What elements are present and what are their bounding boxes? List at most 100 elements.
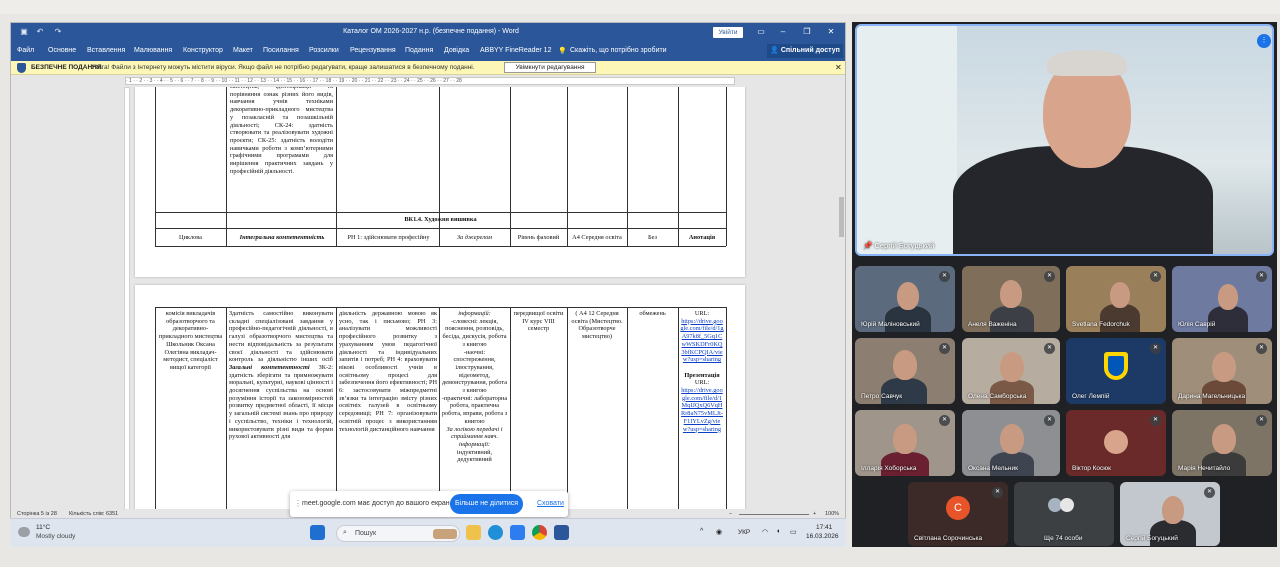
participant-tile[interactable]: ✕ Анеля Важеніна (962, 266, 1060, 332)
presentation-link[interactable]: https://drive.google.com/file/d/1MqIJQxQ… (681, 387, 723, 433)
tab-insert[interactable]: Вставлення (87, 47, 125, 54)
participant-name: Svetlana Fedorchuk (1072, 321, 1130, 328)
pin-icon: 📌 (863, 241, 875, 250)
participant-tile[interactable]: ✕ Ілларія Хоборська (855, 410, 955, 476)
zoom-in-icon[interactable]: + (813, 511, 816, 517)
tray-app-icon[interactable]: ◉ (716, 528, 722, 536)
mic-off-icon: ✕ (1150, 343, 1161, 354)
row-cell: За джерелом (456, 234, 493, 241)
participant-name: Дарина Магельницька (1178, 393, 1246, 400)
search-highlight-image (433, 529, 457, 539)
chrome-icon[interactable] (532, 525, 547, 540)
document-area: мистецтва, ідентифікації та порівняння о… (19, 87, 837, 511)
coat-of-arms-inner (1108, 356, 1124, 376)
minimize-icon[interactable]: – (775, 26, 791, 38)
tab-design[interactable]: Конструктор (183, 47, 223, 54)
participant-tile[interactable]: С ✕ Світлана Сорочинська (908, 482, 1008, 546)
tray-chevron-icon[interactable]: ^ (700, 528, 703, 535)
weather-text[interactable]: Mostly cloudy (36, 533, 75, 540)
ribbon-options-icon[interactable]: ▭ (753, 26, 769, 38)
participant-tile[interactable]: ✕ Svetlana Fedorchuk (1066, 266, 1166, 332)
participant-body (881, 378, 927, 404)
participant-tile[interactable]: ✕ Олег Лемпій (1066, 338, 1166, 404)
clock-date[interactable]: 16.03.2026 (806, 533, 839, 540)
file-explorer-icon[interactable] (466, 525, 481, 540)
tab-help[interactable]: Довідка (444, 47, 469, 54)
login-button[interactable]: Увійти (713, 27, 743, 38)
shield-icon (17, 63, 26, 73)
close-icon[interactable]: ✕ (823, 26, 839, 38)
course-cell: передвищої освіти IV курс VIII семестр (513, 310, 564, 333)
participant-face (1110, 282, 1130, 308)
vertical-scrollbar[interactable] (838, 87, 845, 507)
tab-view[interactable]: Подання (405, 47, 433, 54)
initial-avatar: С (946, 496, 970, 520)
protected-view-bar: БЕЗПЕЧНЕ ПОДАННЯ Увага! Файли з Інтернет… (11, 61, 845, 75)
participant-name: Оксана Мельник (968, 465, 1018, 472)
participant-tile[interactable]: ✕ Дарина Магельницька (1172, 338, 1272, 404)
participant-tile[interactable]: ✕ Петро Савчук (855, 338, 955, 404)
word-count[interactable]: Кількість слів: 6351 (69, 511, 118, 517)
tab-draw[interactable]: Малювання (134, 47, 172, 54)
participant-tile[interactable]: ✕ Юрій Маліновський (855, 266, 955, 332)
maximize-icon[interactable]: ❐ (799, 26, 815, 38)
search-icon: ⌕ (343, 529, 347, 536)
battery-icon[interactable]: ▭ (790, 528, 797, 536)
zoom-level[interactable]: 100% (825, 511, 839, 517)
participant-tile[interactable]: ✕ Оксана Мельник (962, 410, 1060, 476)
redo-icon[interactable]: ↷ (53, 27, 63, 37)
tab-mailings[interactable]: Розсилки (309, 47, 339, 54)
scroll-thumb[interactable] (839, 197, 844, 237)
word-icon[interactable] (554, 525, 569, 540)
tab-abbyy[interactable]: ABBYY FineReader 12 (480, 47, 551, 54)
tab-references[interactable]: Посилання (263, 47, 299, 54)
enable-editing-button[interactable]: Увімкнути редагування (504, 62, 596, 73)
competence-cell: Здатність самостійно виконувати складні … (229, 310, 333, 510)
speaker-icon[interactable]: ◖ (776, 528, 780, 535)
taskbar: 11°C Mostly cloudy ⌕ Пошук ^ ◉ УКР ◠ ◖ ▭… (10, 518, 846, 547)
share-button[interactable]: 👤 Спільний доступ (767, 44, 843, 58)
drag-handle-icon[interactable]: ⋮ (294, 499, 302, 508)
tab-review[interactable]: Рецензування (350, 47, 396, 54)
participant-tile[interactable]: ✕ Юлія Саврій (1172, 266, 1272, 332)
window-title: Каталог ОМ 2026-2027 н.р. (безпечне пода… (343, 28, 519, 35)
tab-home[interactable]: Основне (48, 47, 76, 54)
person-icon: 👤 (770, 47, 781, 54)
mic-off-icon: ✕ (939, 271, 950, 282)
edge-icon[interactable] (488, 525, 503, 540)
wifi-icon[interactable]: ◠ (762, 528, 768, 536)
zoom-slider[interactable] (739, 514, 809, 515)
tab-layout[interactable]: Макет (233, 47, 253, 54)
save-icon[interactable]: ▣ (19, 27, 29, 37)
zoom-out-icon[interactable]: − (729, 511, 732, 517)
clock-time[interactable]: 17:41 (816, 524, 832, 531)
store-icon[interactable] (510, 525, 525, 540)
stop-sharing-button[interactable]: Більше не ділитися (450, 494, 523, 514)
close-bar-icon[interactable]: ✕ (835, 63, 842, 72)
section-title: ВК1.4. Художня вишивка (404, 216, 477, 223)
participant-tile[interactable]: ✕ Олена Самборська (962, 338, 1060, 404)
participant-tile[interactable]: ✕ Марія Нечитайло (1172, 410, 1272, 476)
tell-me-search[interactable]: Скажіть, що потрібно зробити (570, 47, 667, 54)
more-participants-tile[interactable]: Ще 74 особи (1014, 482, 1114, 546)
tab-file[interactable]: Файл (17, 47, 34, 54)
windows-start-icon[interactable] (310, 525, 325, 540)
row-cell: РН 1: здійснювати професійну (347, 234, 430, 241)
self-view-tile[interactable]: ✕ Сергій Богуцький (1120, 482, 1220, 546)
temperature[interactable]: 11°C (36, 524, 50, 531)
meet-panel: ⋮ 📌 Сергій Богуцький ✕ Юрій Маліновський… (852, 22, 1277, 547)
language-indicator[interactable]: УКР (738, 529, 750, 536)
taskbar-search[interactable]: ⌕ Пошук (336, 525, 460, 542)
main-speaker-tile[interactable]: ⋮ 📌 Сергій Богуцький (855, 24, 1274, 256)
level-cell: ( А4 12 Середня освіта (Мистецтво. Образ… (571, 310, 623, 341)
participant-body (1202, 452, 1246, 476)
hide-button[interactable]: Сховати (537, 500, 564, 507)
methods-line: інформацій: (458, 310, 491, 317)
annotation-link[interactable]: https://drive.google.com/file/d/1gA97k8f… (680, 318, 723, 364)
page-counter[interactable]: Сторінка 5 із 28 (17, 511, 57, 517)
undo-icon[interactable]: ↶ (35, 27, 45, 37)
participant-face (1000, 424, 1024, 454)
participant-body (881, 452, 929, 476)
participant-tile[interactable]: ✕ Віктор Косюк (1066, 410, 1166, 476)
share-label: Спільний доступ (780, 47, 840, 54)
